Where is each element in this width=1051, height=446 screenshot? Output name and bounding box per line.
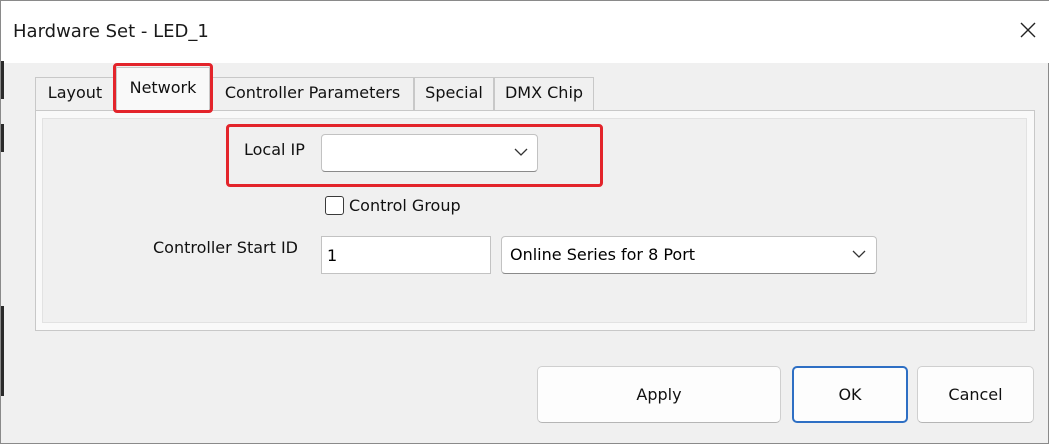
left-edge-artifact	[1, 306, 4, 396]
tab-controller-parameters[interactable]: Controller Parameters	[211, 77, 414, 110]
cancel-button-label: Cancel	[948, 385, 1003, 404]
controller-start-id-input[interactable]: 1	[321, 236, 491, 274]
window-title: Hardware Set - LED_1	[13, 21, 209, 42]
tab-special[interactable]: Special	[414, 77, 494, 110]
control-group-label: Control Group	[349, 196, 461, 215]
left-edge-artifact	[1, 61, 4, 99]
tab-layout[interactable]: Layout	[35, 77, 115, 110]
hardware-set-dialog: Hardware Set - LED_1 Layout Network Cont…	[0, 0, 1050, 444]
controller-series-value: Online Series for 8 Port	[510, 245, 696, 264]
tab-label: DMX Chip	[504, 83, 584, 102]
ok-button-label: OK	[838, 385, 862, 404]
controller-series-dropdown[interactable]: Online Series for 8 Port	[501, 236, 877, 274]
apply-button[interactable]: Apply	[537, 366, 781, 423]
close-button[interactable]	[1011, 13, 1045, 47]
network-tab-highlight	[113, 63, 213, 113]
local-ip-highlight	[226, 124, 603, 187]
tab-label: Special	[425, 83, 483, 102]
tab-label: Layout	[47, 83, 103, 102]
control-group-checkbox[interactable]	[325, 196, 344, 215]
apply-button-label: Apply	[636, 385, 682, 404]
tab-dmx-chip[interactable]: DMX Chip	[494, 77, 594, 110]
controller-start-id-value: 1	[327, 246, 338, 265]
title-bar: Hardware Set - LED_1	[1, 1, 1050, 63]
controller-start-id-label: Controller Start ID	[153, 238, 298, 257]
ok-button[interactable]: OK	[792, 366, 908, 423]
chevron-down-icon	[852, 250, 866, 258]
left-edge-artifact	[1, 124, 4, 152]
close-icon	[1020, 22, 1036, 38]
cancel-button[interactable]: Cancel	[917, 366, 1034, 423]
tab-label: Controller Parameters	[224, 83, 401, 102]
